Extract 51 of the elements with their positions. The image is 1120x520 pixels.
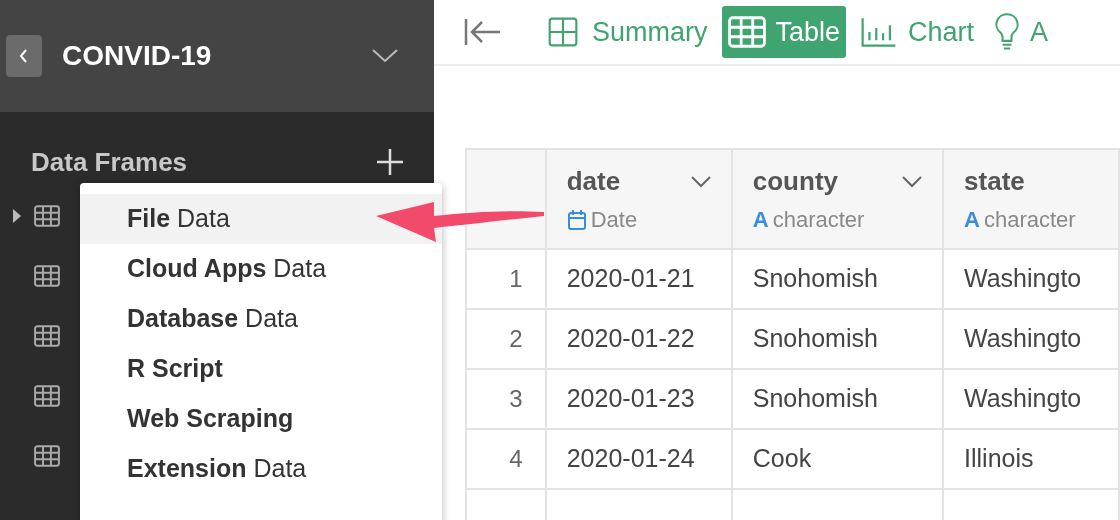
- character-type-icon: A: [752, 208, 769, 231]
- column-type: character: [772, 206, 865, 234]
- section-title: Data Frames: [31, 145, 188, 179]
- table-icon: [34, 205, 60, 227]
- table-icon: [34, 385, 60, 407]
- table-cell: 2020-01-23: [545, 369, 732, 429]
- row-number: 4: [466, 429, 546, 489]
- table-cell: Cook: [731, 429, 944, 489]
- menu-item[interactable]: Web Scraping: [80, 394, 442, 444]
- caret-icon[interactable]: [13, 209, 21, 223]
- column-header[interactable]: county A character: [731, 149, 944, 249]
- menu-item[interactable]: File Data: [80, 194, 442, 244]
- table-cell: Washingto: [943, 369, 1119, 429]
- table-cell: Snohomish: [731, 309, 944, 369]
- column-name: county: [752, 165, 838, 198]
- chevron-down-icon[interactable]: [690, 175, 711, 188]
- calendar-icon: [566, 208, 587, 231]
- row-number: 2: [466, 309, 546, 369]
- table-icon: [34, 325, 60, 347]
- menu-item[interactable]: Extension Data: [80, 444, 442, 494]
- column-name: date: [566, 165, 621, 198]
- table-cell: 2020-01-24: [545, 429, 732, 489]
- table-icon: [727, 16, 766, 48]
- chevron-down-icon[interactable]: [372, 49, 398, 63]
- project-title: CONVID-19: [62, 39, 213, 73]
- collapse-sidebar-icon[interactable]: [464, 18, 502, 46]
- table-cell: 2020-01-22: [545, 309, 732, 369]
- table-cell: Illinois: [943, 429, 1119, 489]
- table-cell: 2020-01-21: [545, 249, 732, 309]
- chevron-down-icon[interactable]: [902, 175, 923, 188]
- table-icon: [34, 265, 60, 287]
- column-header[interactable]: date Date: [545, 149, 732, 249]
- menu-item[interactable]: Database Data: [80, 294, 442, 344]
- back-button[interactable]: [6, 35, 42, 77]
- plus-icon[interactable]: [376, 148, 404, 176]
- row-number: 1: [466, 249, 546, 309]
- column-name: state: [964, 165, 1025, 198]
- row-number: 3: [466, 369, 546, 429]
- column-type: character: [983, 206, 1076, 234]
- column-type: Date: [590, 206, 638, 234]
- chevron-left-icon: [19, 49, 29, 63]
- menu-item[interactable]: Cloud Apps Data: [80, 244, 442, 294]
- lightbulb-icon: [994, 13, 1021, 51]
- table-cell: Snohomish: [731, 249, 944, 309]
- table-cell: Snohomish: [731, 369, 944, 429]
- table-icon: [34, 445, 60, 467]
- menu-item[interactable]: R Script: [80, 344, 442, 394]
- table-cell: Washingto: [943, 309, 1119, 369]
- table-cell: Washingto: [943, 249, 1119, 309]
- column-header[interactable]: state A character: [943, 149, 1119, 249]
- character-type-icon: A: [964, 208, 980, 231]
